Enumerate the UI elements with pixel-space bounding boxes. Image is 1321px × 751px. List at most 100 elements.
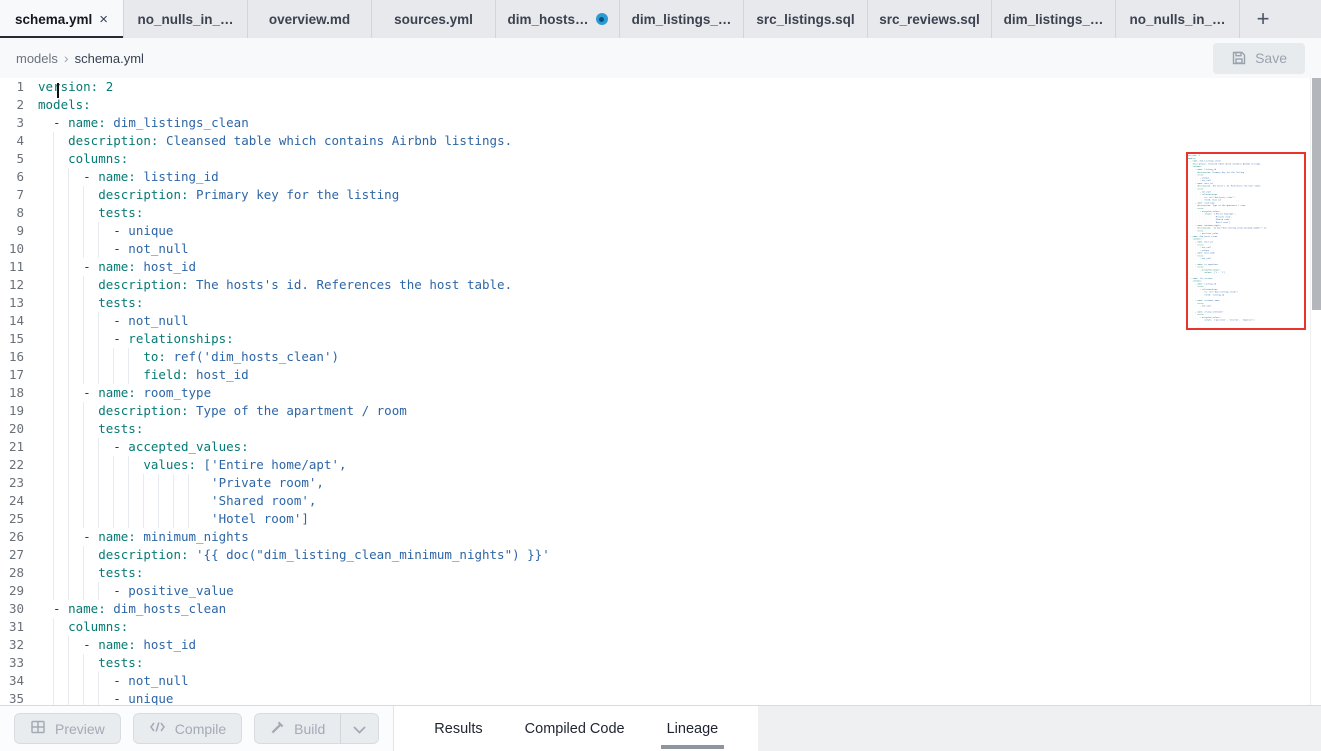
editor-line[interactable]: 21- accepted_values: xyxy=(0,438,1321,456)
line-number: 16 xyxy=(0,348,38,366)
editor-line[interactable]: 31columns: xyxy=(0,618,1321,636)
tab-bar: schema.yml×no_nulls_in_…overview.mdsourc… xyxy=(0,0,1321,38)
vertical-scrollbar-thumb[interactable] xyxy=(1312,78,1321,310)
compile-button[interactable]: Compile xyxy=(133,713,242,744)
line-number: 14 xyxy=(0,312,38,330)
code-brackets-icon xyxy=(149,720,166,737)
line-number: 35 xyxy=(0,690,38,705)
bottom-empty-area xyxy=(758,706,1321,751)
chevron-down-icon xyxy=(353,721,366,737)
editor-tab-no-nulls-in-[interactable]: no_nulls_in_… xyxy=(1116,0,1240,38)
editor-line[interactable]: 9- unique xyxy=(0,222,1321,240)
line-number: 19 xyxy=(0,402,38,420)
editor-line[interactable]: 12description: The hosts's id. Reference… xyxy=(0,276,1321,294)
breadcrumb: models › schema.yml xyxy=(16,50,144,66)
editor-line[interactable]: 28tests: xyxy=(0,564,1321,582)
line-number: 20 xyxy=(0,420,38,438)
editor-tab-dim-listings-[interactable]: dim_listings_… xyxy=(620,0,744,38)
editor-line[interactable]: 2models: xyxy=(0,96,1321,114)
line-number: 5 xyxy=(0,150,38,168)
tab-label: src_listings.sql xyxy=(756,12,854,27)
editor-line[interactable]: 29- positive_value xyxy=(0,582,1321,600)
line-number: 22 xyxy=(0,456,38,474)
editor-line[interactable]: 3- name: dim_listings_clean xyxy=(0,114,1321,132)
editor-tab-src-listings-sql[interactable]: src_listings.sql xyxy=(744,0,868,38)
editor-line[interactable]: 34- not_null xyxy=(0,672,1321,690)
breadcrumb-item-models[interactable]: models xyxy=(16,51,58,66)
editor-line[interactable]: 6- name: listing_id xyxy=(0,168,1321,186)
editor-line[interactable]: 23 'Private room', xyxy=(0,474,1321,492)
line-number: 28 xyxy=(0,564,38,582)
editor-line[interactable]: 35- unique xyxy=(0,690,1321,705)
editor-line[interactable]: 17field: host_id xyxy=(0,366,1321,384)
editor-line[interactable]: 33tests: xyxy=(0,654,1321,672)
preview-button-label: Preview xyxy=(55,721,105,737)
preview-button[interactable]: Preview xyxy=(14,713,121,744)
vertical-scrollbar-track[interactable] xyxy=(1310,78,1321,705)
line-number: 24 xyxy=(0,492,38,510)
code-editor[interactable]: 1version: 22models:3- name: dim_listings… xyxy=(0,78,1321,705)
line-number: 17 xyxy=(0,366,38,384)
save-button[interactable]: Save xyxy=(1213,43,1305,74)
line-number: 21 xyxy=(0,438,38,456)
new-tab-button[interactable]: + xyxy=(1240,0,1286,38)
editor-line[interactable]: 22values: ['Entire home/apt', xyxy=(0,456,1321,474)
build-button[interactable]: Build xyxy=(254,713,340,744)
editor-tab-dim-listings-[interactable]: dim_listings_… xyxy=(992,0,1116,38)
editor-line[interactable]: 24 'Shared room', xyxy=(0,492,1321,510)
editor-line[interactable]: 14- not_null xyxy=(0,312,1321,330)
panel-tab-results[interactable]: Results xyxy=(420,706,496,751)
editor-line[interactable]: 32- name: host_id xyxy=(0,636,1321,654)
editor-line[interactable]: 4description: Cleansed table which conta… xyxy=(0,132,1321,150)
line-number: 3 xyxy=(0,114,38,132)
editor-line[interactable]: 25 'Hotel room'] xyxy=(0,510,1321,528)
editor-line[interactable]: 11- name: host_id xyxy=(0,258,1321,276)
build-button-label: Build xyxy=(294,721,325,737)
editor-tab-no-nulls-in-[interactable]: no_nulls_in_… xyxy=(124,0,248,38)
minimap-viewport[interactable]: version: 2models:- name: dim_listings_cl… xyxy=(1186,152,1306,330)
editor-tab-dim-hosts-[interactable]: dim_hosts… xyxy=(496,0,620,38)
editor-tab-overview-md[interactable]: overview.md xyxy=(248,0,372,38)
editor-line[interactable]: 5columns: xyxy=(0,150,1321,168)
panel-tab-compiled-code[interactable]: Compiled Code xyxy=(511,706,639,751)
line-number: 32 xyxy=(0,636,38,654)
compile-button-label: Compile xyxy=(175,721,226,737)
line-number: 27 xyxy=(0,546,38,564)
editor-tab-src-reviews-sql[interactable]: src_reviews.sql xyxy=(868,0,992,38)
editor-line[interactable]: 10- not_null xyxy=(0,240,1321,258)
editor-line[interactable]: 8tests: xyxy=(0,204,1321,222)
editor-line[interactable]: 26- name: minimum_nights xyxy=(0,528,1321,546)
panel-tab-lineage[interactable]: Lineage xyxy=(653,706,733,751)
line-number: 6 xyxy=(0,168,38,186)
tab-label: dim_listings_… xyxy=(632,12,732,27)
editor-line[interactable]: 27description: '{{ doc("dim_listing_clea… xyxy=(0,546,1321,564)
editor-line[interactable]: 13tests: xyxy=(0,294,1321,312)
breadcrumb-row: models › schema.yml Save xyxy=(0,38,1321,78)
breadcrumb-separator-icon: › xyxy=(64,50,69,66)
editor-line[interactable]: 1version: 2 xyxy=(0,78,1321,96)
line-number: 25 xyxy=(0,510,38,528)
tab-label: no_nulls_in_… xyxy=(1129,12,1225,27)
editor-line[interactable]: 19description: Type of the apartment / r… xyxy=(0,402,1321,420)
build-dropdown-button[interactable] xyxy=(340,713,379,744)
editor-line[interactable]: 20tests: xyxy=(0,420,1321,438)
minimap-code: version: 2models:- name: dim_listings_cl… xyxy=(1188,154,1306,321)
line-number: 1 xyxy=(0,78,38,96)
editor-line[interactable]: 16to: ref('dim_hosts_clean') xyxy=(0,348,1321,366)
tab-label: dim_hosts… xyxy=(507,12,588,27)
editor-tab-schema-yml[interactable]: schema.yml× xyxy=(0,0,124,38)
preview-table-icon xyxy=(30,719,46,738)
line-number: 2 xyxy=(0,96,38,114)
save-button-label: Save xyxy=(1255,50,1287,66)
line-number: 26 xyxy=(0,528,38,546)
editor-line[interactable]: 30- name: dim_hosts_clean xyxy=(0,600,1321,618)
line-number: 9 xyxy=(0,222,38,240)
editor-tab-sources-yml[interactable]: sources.yml xyxy=(372,0,496,38)
line-number: 29 xyxy=(0,582,38,600)
editor-line[interactable]: 15- relationships: xyxy=(0,330,1321,348)
editor-line[interactable]: 18- name: room_type xyxy=(0,384,1321,402)
close-tab-icon[interactable]: × xyxy=(99,12,108,27)
line-number: 13 xyxy=(0,294,38,312)
breadcrumb-item-schema: schema.yml xyxy=(75,51,144,66)
editor-line[interactable]: 7description: Primary key for the listin… xyxy=(0,186,1321,204)
